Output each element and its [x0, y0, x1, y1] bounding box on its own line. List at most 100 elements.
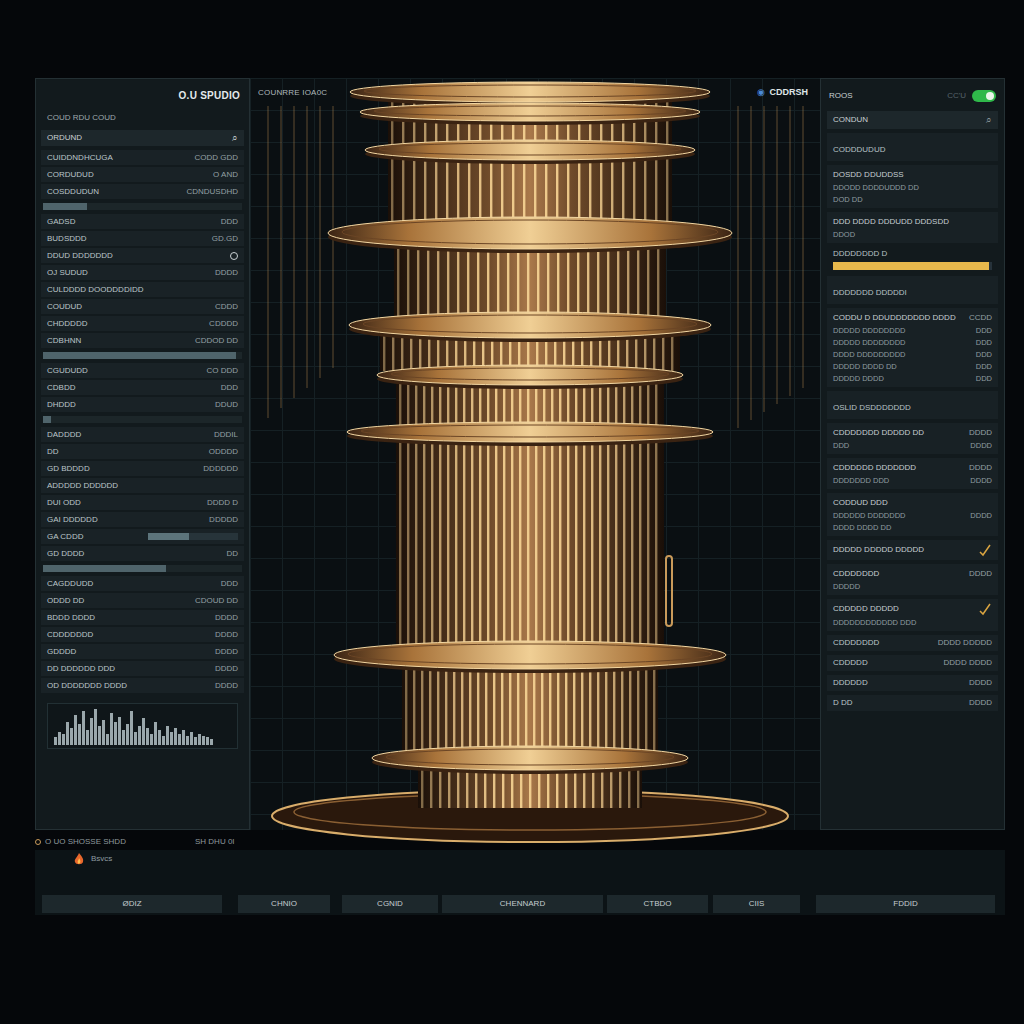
- panel-title: ROOS: [829, 90, 853, 102]
- group-header: DDDDD DDDDD DDDDD: [827, 543, 998, 557]
- right-panel: ROOSCC'U CONDUN ⌕ CODDDUDUD DOSDD DDUDDSS DDO…: [820, 78, 1005, 830]
- row-label: CGUDUDD: [47, 366, 88, 376]
- row-value: DDDD: [215, 630, 238, 640]
- row-label: DDUD DDDDDDD: [47, 251, 113, 261]
- setting-row: OJ SUDUDDDDD: [41, 265, 244, 280]
- check-icon[interactable]: [978, 602, 992, 616]
- row-value: CODD GDD: [194, 153, 238, 163]
- row-value: DDUD: [215, 400, 238, 410]
- sub-row: DDDDD DDDDDDD: [827, 373, 998, 384]
- sub-row: DDDDD DDDD DDDDD: [827, 361, 998, 372]
- info-group: CDDDDDDD DDDDD DDDDDDDDDDDDD: [827, 423, 998, 454]
- waveform-bar: [54, 737, 57, 745]
- waveform-bar: [146, 728, 149, 745]
- setting-row: COUDUDCDDD: [41, 299, 244, 314]
- waveform-bar: [166, 726, 169, 745]
- row-label: DADDDD: [47, 430, 81, 440]
- row-value: DDDIL: [214, 430, 238, 440]
- status-text: O UO SHOSSE SHDD: [45, 836, 126, 848]
- group-title: CODDUD DDD: [833, 498, 888, 508]
- search-icon[interactable]: ⌕: [986, 115, 992, 125]
- footer-button[interactable]: ØDIZ: [42, 895, 222, 913]
- status-text: SH DHU 0I: [195, 836, 235, 848]
- power-toggle[interactable]: [972, 90, 996, 102]
- row-label: BUDSDDD: [47, 234, 87, 244]
- info-text: CODDDUDUD: [833, 145, 885, 154]
- footer-button[interactable]: CTBDO: [607, 895, 708, 913]
- waveform-bar: [154, 722, 157, 745]
- screen: O.U SPUDIOCOUD RDU COUDORDUND⌕CUIDDNDHCU…: [0, 0, 1024, 915]
- info-text: OSLID DSDDDDDDD: [833, 403, 911, 412]
- footer-button[interactable]: CIIS: [713, 895, 800, 913]
- waveform-bar: [82, 711, 85, 745]
- row-value: DDDD D: [207, 498, 238, 508]
- search-text: CONDUN: [833, 115, 868, 125]
- setting-row: ADDDDD DDDDDD: [41, 478, 244, 493]
- row-label: OJ SUDUD: [47, 268, 88, 278]
- waveform-bar: [70, 728, 73, 745]
- footer-label: Bsvcs: [91, 853, 112, 865]
- setting-row: CDBHNNCDDOD DD: [41, 333, 244, 348]
- sub-row: DDDD DDDD DD: [827, 522, 998, 533]
- row-label: ADDDDD DDDDDD: [47, 481, 118, 491]
- sub-value: DDDD: [970, 476, 992, 486]
- setting-row: GD DDDDDD: [41, 546, 244, 561]
- waveform-bar: [122, 730, 125, 745]
- setting-row: COSDDUDUNCDNDUSDHD: [41, 184, 244, 199]
- toggle-dot[interactable]: [230, 252, 238, 260]
- level-fill: [43, 565, 166, 572]
- button-label: CHNIO: [271, 898, 297, 910]
- setting-row: GDDDDDDDD: [41, 644, 244, 659]
- level-track: [148, 533, 238, 540]
- sub-value: DDD: [976, 374, 992, 384]
- sub-label: DDOD: [833, 230, 855, 240]
- sub-label: DDDDDDDDDDDD DDD: [833, 618, 916, 628]
- search-field[interactable]: ORDUND⌕: [41, 130, 244, 146]
- group-value: DDDD: [969, 463, 992, 473]
- check-group[interactable]: DDDDD DDDDD DDDDD: [827, 540, 998, 560]
- panel-title-row: ROOSCC'U: [827, 85, 998, 107]
- check-group[interactable]: CDDDDD DDDDD DDDDDDDDDDDD DDD: [827, 599, 998, 631]
- group-header: DOSDD DDUDDSS: [827, 168, 998, 181]
- search-field[interactable]: CONDUN ⌕: [827, 111, 998, 129]
- row-label: D DD: [833, 698, 853, 708]
- source-icon: ◉: [757, 86, 765, 100]
- progress-block: DDDDDDDD D: [827, 247, 998, 272]
- sub-row: DDDD DDDDDDDDDDDD: [827, 349, 998, 360]
- search-icon[interactable]: ⌕: [232, 133, 238, 143]
- info-row: OSLID DSDDDDDDD: [827, 391, 998, 419]
- group-title: DOSDD DDUDDSS: [833, 170, 904, 180]
- waveform-bar: [178, 734, 181, 745]
- footer-bar: Bsvcs ØDIZ CHNIO CGNIDCHENNARDCTBDO CIIS FDDI…: [35, 850, 1005, 915]
- waveform-bar: [162, 736, 165, 746]
- row-value: DDDD: [969, 698, 992, 708]
- level-fill: [43, 203, 87, 210]
- setting-row: GAI DDDDDDDDDDD: [41, 512, 244, 527]
- row-label: CDDDDD: [833, 658, 868, 668]
- setting-row[interactable]: DDUD DDDDDDD: [41, 248, 244, 263]
- setting-row: D DD DDDD: [827, 695, 998, 711]
- sub-row: DDOD: [827, 229, 998, 240]
- sub-label: DDDD DDDDDDDDD: [833, 350, 906, 360]
- sub-label: DDD: [833, 441, 849, 451]
- row-label: DDDDDD: [833, 678, 868, 688]
- waveform-bar: [126, 724, 129, 745]
- footer-button[interactable]: FDDID: [816, 895, 995, 913]
- footer-button[interactable]: CHENNARD: [442, 895, 603, 913]
- group-title: CDDDDD DDDDD: [833, 604, 899, 614]
- setting-row: DDODDDD: [41, 444, 244, 459]
- row-label: COSDDUDUN: [47, 187, 99, 197]
- setting-row: BDDD DDDDDDDD: [41, 610, 244, 625]
- check-icon[interactable]: [978, 543, 992, 557]
- footer-button[interactable]: CHNIO: [238, 895, 330, 913]
- status-item: SH DHU 0I: [195, 836, 235, 848]
- row-label: CDDDDDDD: [47, 630, 93, 640]
- toggle-knob: [986, 92, 994, 100]
- group-title: CODDU D DDUDDDDDDD DDDD: [833, 313, 956, 323]
- group-header: CDDDDDDD DDDDD DDDDDD: [827, 426, 998, 439]
- flame-icon: [73, 852, 85, 866]
- info-group: DDD DDDD DDDUDD DDDSDDDDOD: [827, 212, 998, 243]
- footer-button[interactable]: CGNID: [342, 895, 438, 913]
- waveform-bar: [202, 736, 205, 746]
- setting-row: CDDDDDDDDDDD DDDDD: [827, 635, 998, 651]
